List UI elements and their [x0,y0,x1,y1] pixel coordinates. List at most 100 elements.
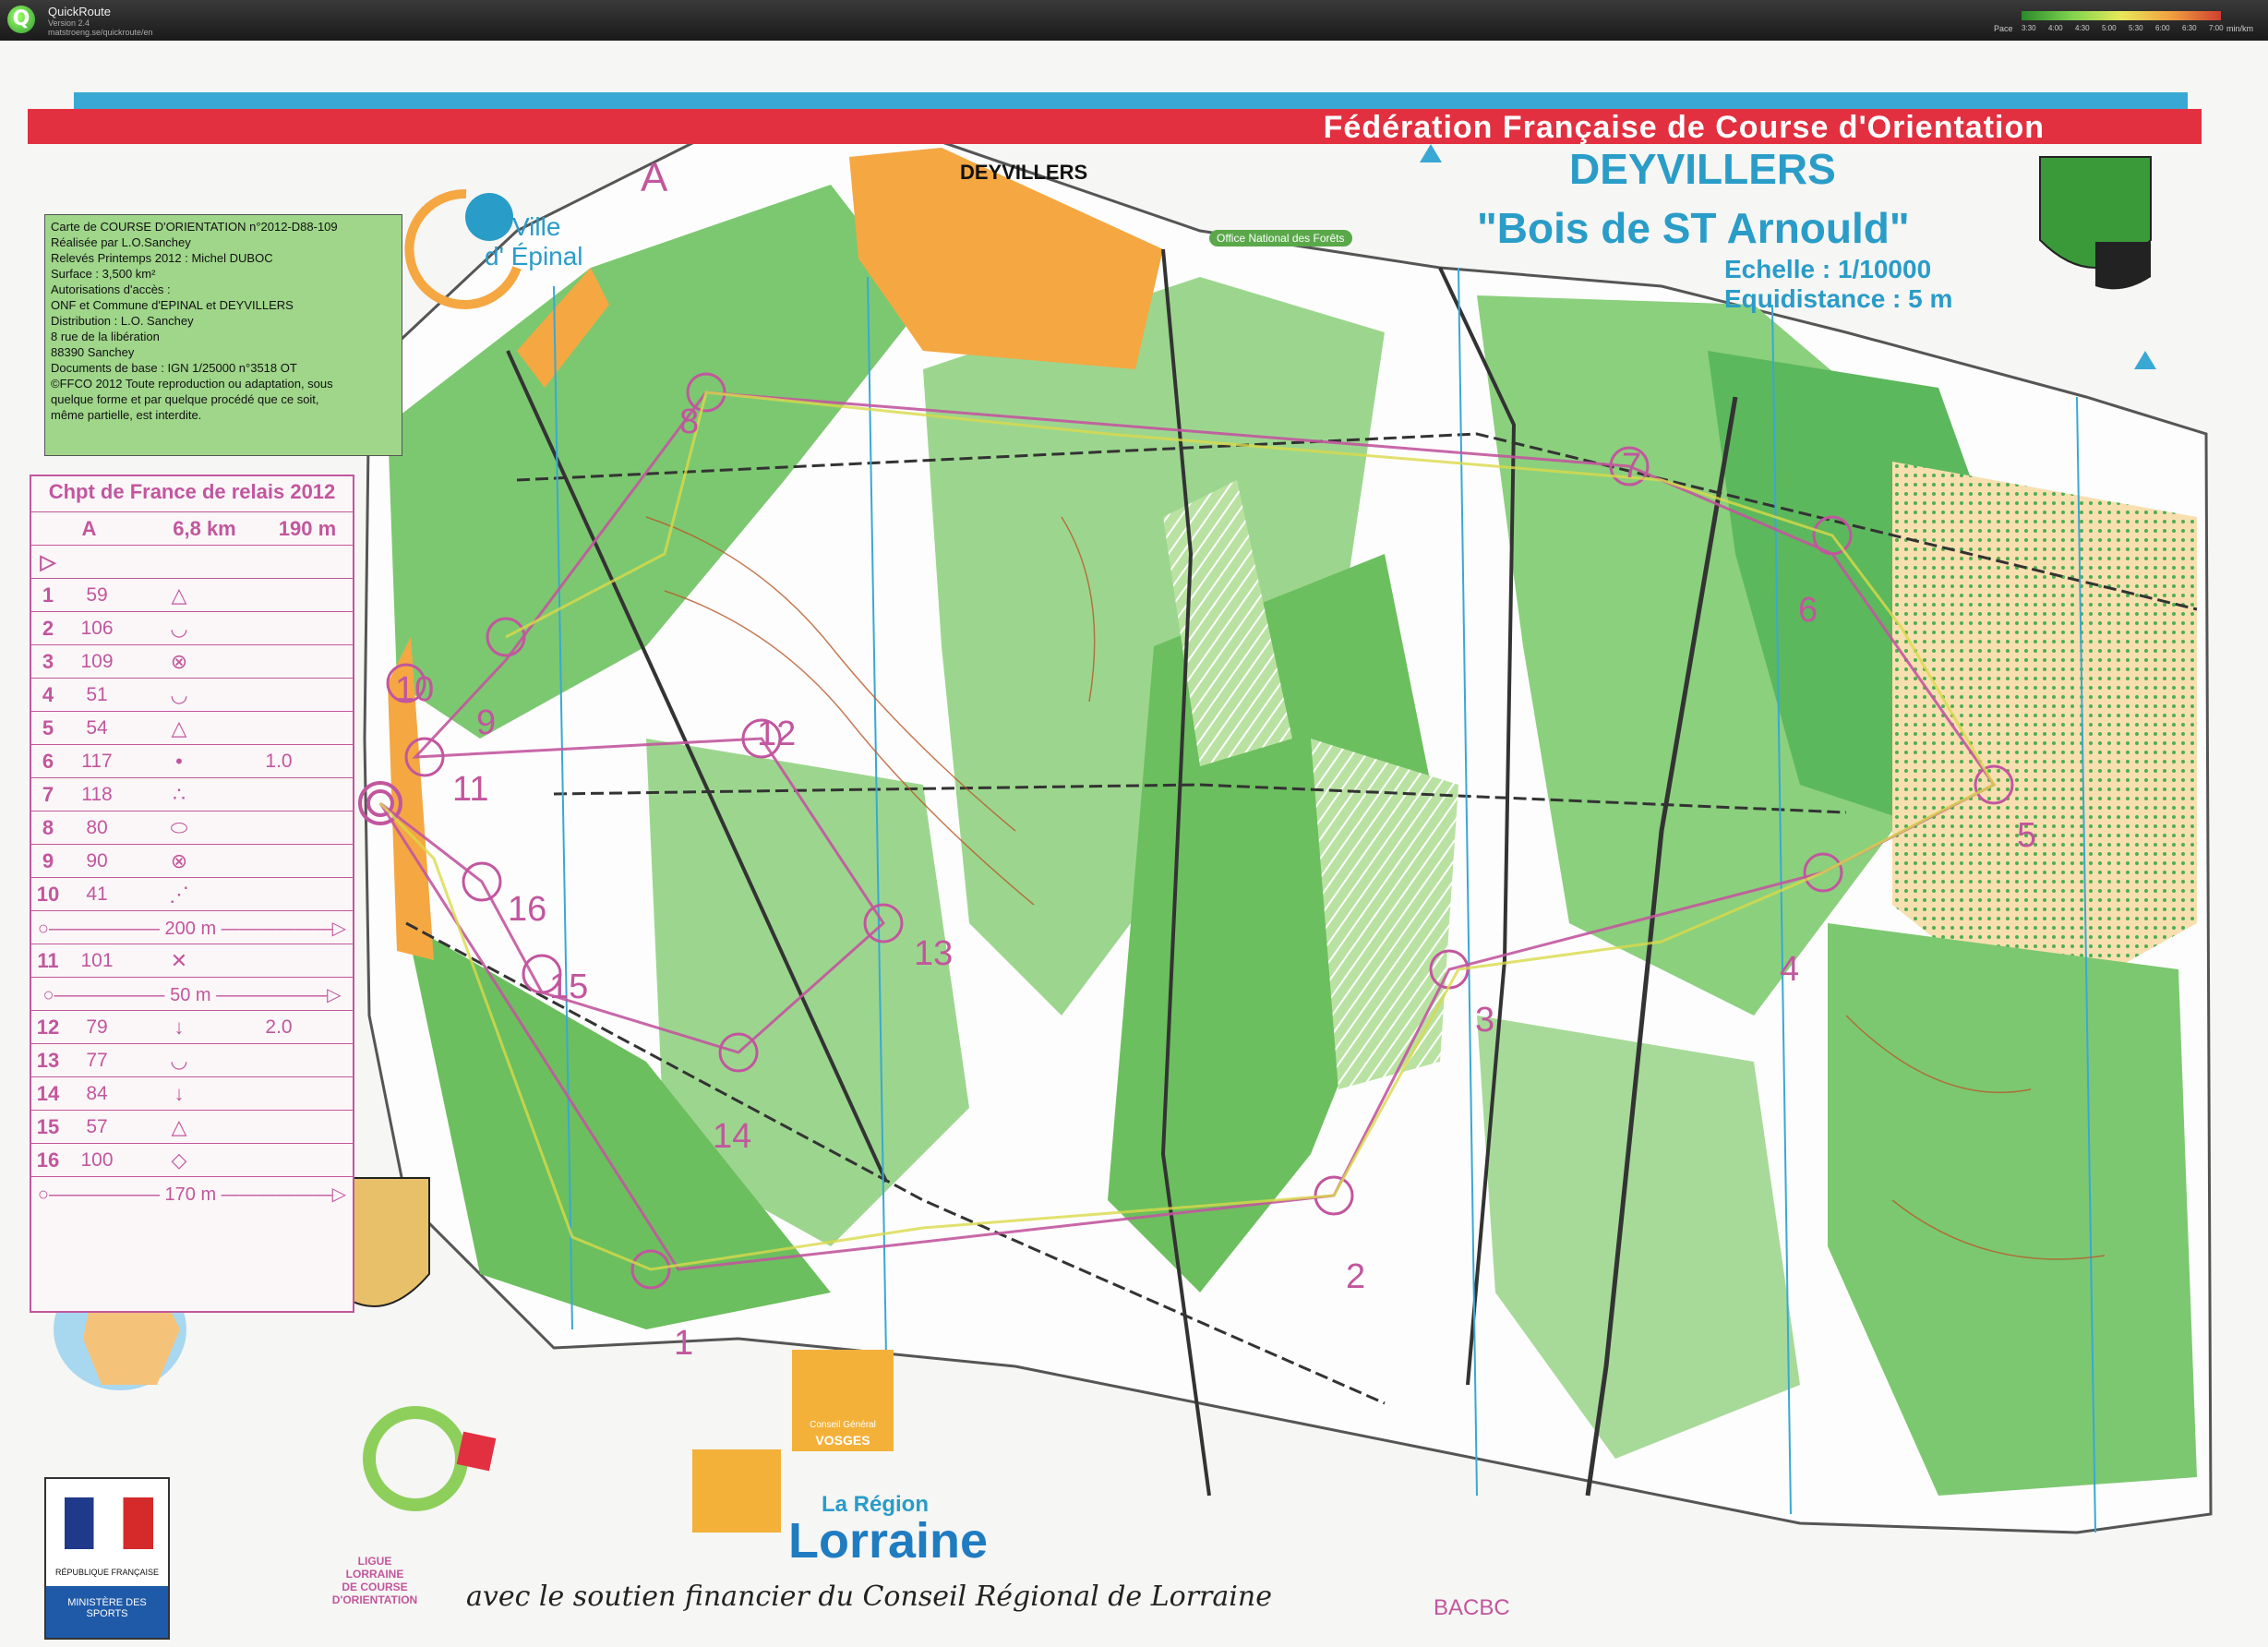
app-header: Q QuickRoute Version 2.4 matstroeng.se/q… [0,0,2268,41]
cg-small-label: Conseil Général [810,1420,876,1430]
cd-control-number: 2 [42,617,54,640]
app-url[interactable]: matstroeng.se/quickroute/en [48,28,153,37]
cd-control-code: 57 [86,1116,108,1137]
cd-control-code: 117 [81,751,113,772]
control-number-label: 10 [395,670,435,709]
info-line: Documents de base : IGN 1/25000 n°3518 O… [51,361,297,375]
cd-control-number: 16 [36,1148,60,1172]
cd-event-title: Chpt de France de relais 2012 [48,480,336,503]
cd-feature-symbol: ◇ [171,1148,187,1172]
cd-control-number: 7 [42,783,54,806]
cd-control-code: 118 [81,784,113,805]
map-info-box: Carte de COURSE D'ORIENTATION n°2012-D88… [44,214,402,456]
info-line: Relevés Printemps 2012 : Michel DUBOC [51,251,273,265]
cd-control-number: 12 [36,1016,60,1039]
cd-control-row: 1 59 △ [31,578,353,612]
cd-control-row: 14 84 ↓ [31,1076,353,1111]
quickroute-logo-icon: Q [7,6,35,33]
pace-tick: 6:00 [2155,24,2170,32]
app-title: QuickRoute [48,5,111,18]
info-line: 88390 Sanchey [51,345,135,359]
cd-course: A [81,517,97,540]
ligue-lorraine-logo: LIGUE LORRAINE DE COURSE D'ORIENTATION [319,1555,430,1606]
cd-control-number: 9 [42,849,54,872]
cd-control-number: 3 [42,650,54,673]
cd-control-code: 90 [86,850,108,872]
cd-control-row: 8 80 ⬭ [31,811,353,845]
cd-feature-symbol: ⊗ [170,650,188,673]
cd-feature-symbol: △ [171,716,187,739]
cd-control-row: 16 100 ◇ [31,1143,353,1177]
cd-extra-value: 1.0 [265,751,293,772]
app-version: Version 2.4 [48,18,90,28]
control-number-label: 15 [549,968,589,1006]
cd-control-number: 10 [36,883,60,906]
control-number-label: 14 [713,1117,752,1156]
pace-tick: 5:30 [2129,24,2143,32]
info-line: Surface : 3,500 km² [51,267,156,281]
map-scale: Echelle : 1/10000 [1724,255,1932,283]
cd-control-number: 8 [42,816,54,839]
info-line: quelque forme et par quelque procédé que… [51,392,319,406]
cd-control-row: 11 101 ✕ [31,944,353,978]
control-number-label: 5 [2017,816,2037,855]
cd-feature-symbol: ⋰ [169,883,189,906]
ligue-line: LORRAINE [345,1568,404,1581]
info-line: Réalisée par L.O.Sanchey [51,235,191,249]
ville-epinal-logo: Ville d' Épinal [485,212,583,271]
cd-tape-distance: ○—————— 200 m ——————▷ [37,919,347,939]
cd-feature-symbol: △ [171,583,187,607]
cd-control-row: 12 79 ↓ 2.0 [31,1010,353,1044]
cd-feature-symbol: △ [171,1115,187,1138]
pace-legend: Pace 3:30 4:00 4:30 5:00 5:30 6:00 6:30 7:00 mi… [1994,11,2262,39]
cd-control-number: 1 [42,583,54,607]
cd-climb: 190 m [278,517,337,540]
cd-control-code: 51 [86,684,108,705]
control-number-label: 1 [674,1324,694,1363]
cd-extra-value [260,845,297,878]
cd-feature-symbol: ✕ [170,949,188,972]
cd-control-code: 80 [86,817,108,838]
cd-header-row: A 6,8 km 190 m [31,511,353,546]
ville-label: Ville [512,212,561,241]
pace-tick: 3:30 [2022,24,2036,32]
cd-feature-symbol: ◡ [170,617,188,640]
cd-control-row: 6 117 • 1.0 [31,744,353,778]
cd-tape-row: ○—————— 50 m ——————▷ [31,977,353,1011]
info-line: Distribution : L.O. Sanchey [51,314,194,328]
control-number-label: 12 [757,715,797,753]
control-number-label: 2 [1346,1257,1366,1296]
cd-control-code: 106 [80,618,114,639]
cd-feature-symbol: ⬭ [170,816,188,839]
map-subtitle: "Bois de ST Arnould" [1477,204,1910,252]
pace-tick: 5:00 [2102,24,2117,32]
control-number-label: 9 [476,703,497,742]
cd-feature-symbol: ◡ [170,683,188,706]
info-line: ONF et Commune d'EPINAL et DEYVILLERS [51,298,294,312]
cd-control-row: 5 54 △ [31,711,353,745]
cd-tape-distance: ○—————— 170 m ——————▷ [37,1184,347,1205]
orienteering-map[interactable]: Fédération Française de Course d'Orienta… [0,41,2268,1647]
epinal-label: d' Épinal [485,242,583,270]
cd-extra-value [260,645,297,679]
cd-control-row: 10 41 ⋰ [31,877,353,911]
cd-control-number: 6 [42,750,54,773]
cd-control-row: 3 109 ⊗ [31,644,353,679]
cd-extra-value: 2.0 [265,1016,293,1038]
info-line: même partielle, est interdite. [51,408,202,422]
course-letter: A [641,155,668,200]
cd-control-row: 9 90 ⊗ [31,844,353,878]
cd-feature-symbol: • [175,750,183,773]
cd-extra-value [260,612,297,645]
cd-control-number: 11 [37,949,59,972]
cd-control-number: 15 [36,1115,60,1138]
cd-extra-value [260,778,297,811]
info-line: Carte de COURSE D'ORIENTATION n°2012-D88… [51,220,338,234]
control-number-label: 8 [679,403,700,441]
control-number-label: 6 [1798,591,1818,630]
federation-banner: Fédération Française de Course d'Orienta… [28,109,2202,145]
control-number-label: 3 [1475,1001,1495,1040]
french-flag-icon [65,1497,153,1549]
cd-feature-symbol: ⊗ [170,849,188,872]
ligue-line: LIGUE [357,1555,392,1568]
